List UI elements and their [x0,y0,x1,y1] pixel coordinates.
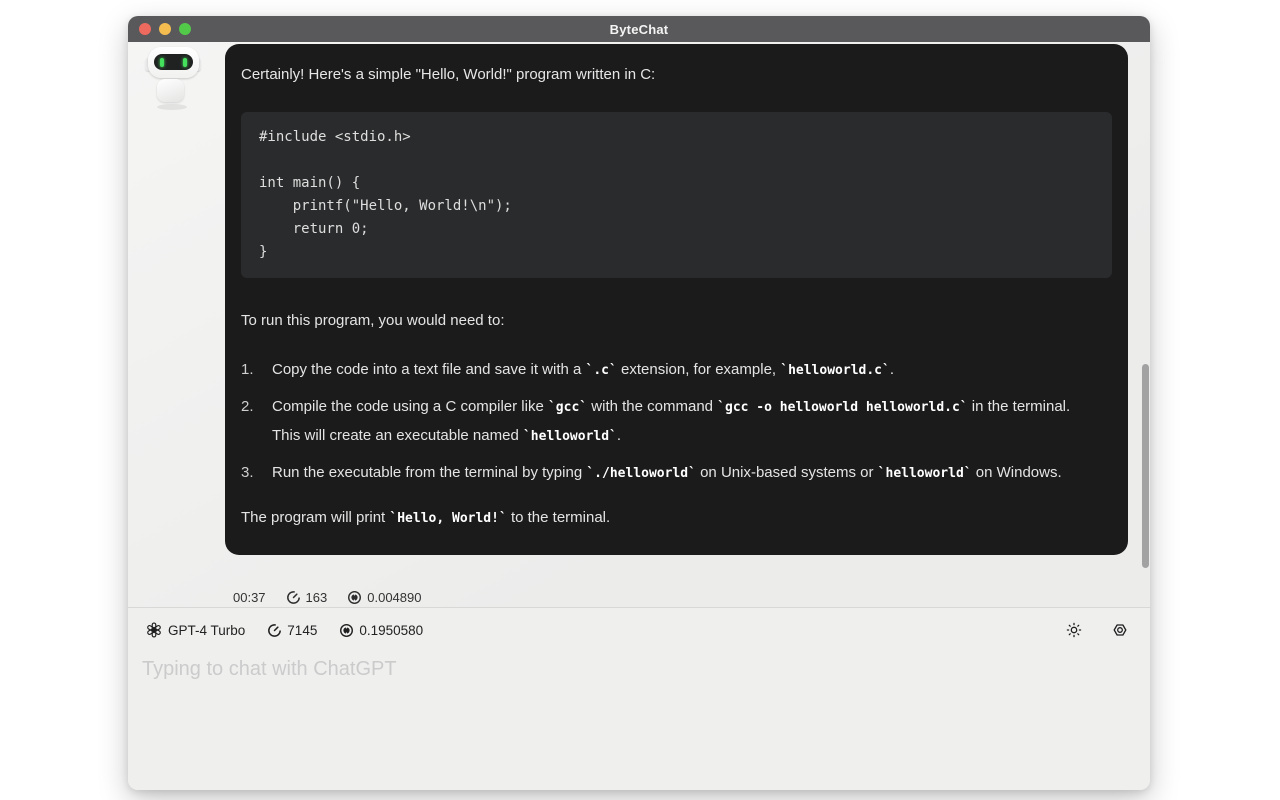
code-block[interactable]: #include <stdio.h> int main() { printf("… [241,112,1112,278]
robot-head-icon [148,47,199,78]
list-item-text: Compile the code using a C compiler like… [272,398,1071,444]
session-token-stat: 7145 [267,623,317,638]
app-window: ByteChat Certainly! Here's a simple "Hel… [128,16,1150,790]
robot-shadow [157,104,187,110]
gauge-icon [286,591,300,604]
list-item-text: Copy the code into a text file and save … [272,361,894,378]
message-outro: The program will print `Hello, World!` t… [241,509,611,526]
openai-logo-icon [147,622,161,638]
robot-eye-icon [183,57,187,67]
message-time: 00:37 [233,590,266,605]
titlebar[interactable]: ByteChat [128,16,1150,42]
robot-eye-icon [160,57,164,67]
robot-visor-icon [154,54,193,70]
settings-button[interactable] [1108,618,1132,642]
composer-section: GPT-4 Turbo 7145 0.1950580 [128,607,1150,790]
message-intro: Certainly! Here's a simple "Hello, World… [241,66,656,83]
steps-list: 1. Copy the code into a text file and sa… [241,356,1112,488]
list-item-number: 1. [241,361,254,378]
model-name: GPT-4 Turbo [168,622,246,638]
gauge-icon [268,623,282,637]
assistant-avatar [145,45,203,111]
traffic-lights [139,16,191,42]
list-item: 1. Copy the code into a text file and sa… [241,356,1112,385]
coin-icon [348,591,362,604]
list-item-number: 2. [241,398,254,415]
window-title: ByteChat [609,21,669,37]
chat-input[interactable] [142,658,1102,768]
list-item-text: Run the executable from the terminal by … [272,464,1062,481]
minimize-button[interactable] [159,23,171,35]
chat-area[interactable]: Certainly! Here's a simple "Hello, World… [128,42,1150,607]
coin-icon [340,623,354,637]
session-cost-value: 0.1950580 [359,622,424,638]
list-item: 3. Run the executable from the terminal … [241,459,1112,488]
close-button[interactable] [139,23,151,35]
message-stats-row: 00:37 163 0.004890 [233,590,421,605]
session-token-value: 7145 [287,622,318,638]
message-cost-value: 0.004890 [367,590,422,605]
message-token-value: 163 [305,590,328,605]
message-time-value: 00:37 [233,590,266,605]
session-cost-stat: 0.1950580 [339,623,423,638]
gear-icon [1113,624,1127,636]
assistant-message-bubble: Certainly! Here's a simple "Hello, World… [225,44,1128,555]
model-chip[interactable]: GPT-4 Turbo [146,622,245,638]
sun-icon [1066,622,1082,638]
robot-body-icon [157,79,184,102]
zoom-button[interactable] [179,23,191,35]
message-cost-stat: 0.004890 [347,590,421,605]
list-item-number: 3. [241,464,254,481]
composer-status-bar: GPT-4 Turbo 7145 0.1950580 [128,608,1150,652]
list-item: 2. Compile the code using a C compiler l… [241,393,1112,451]
scrollbar-thumb[interactable] [1142,364,1149,568]
steps-intro: To run this program, you would need to: [241,312,505,329]
message-token-stat: 163 [286,590,328,605]
theme-toggle-button[interactable] [1062,618,1086,642]
